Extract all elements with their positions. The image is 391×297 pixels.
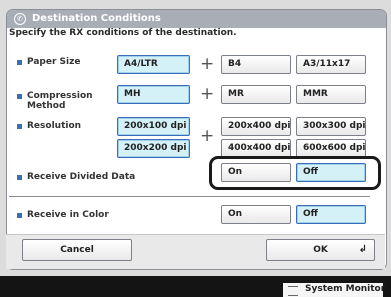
section-divider [9, 196, 370, 197]
return-icon: ↲ [358, 244, 367, 255]
dialog-title-bar: ✆ Destination Conditions [7, 10, 386, 28]
divided-data-bullet [17, 175, 22, 180]
plus-separator: + [200, 126, 215, 146]
receive-color-off-button[interactable]: Off [296, 205, 366, 224]
ok-button[interactable]: OK ↲ [266, 239, 375, 261]
plus-separator: + [200, 54, 215, 74]
plus-separator: + [200, 84, 215, 104]
resolution-200x100-button[interactable]: 200x100 dpi [117, 117, 190, 136]
dialog-title: Destination Conditions [32, 13, 161, 24]
cancel-button[interactable]: Cancel [22, 239, 132, 261]
paper-size-a4-button[interactable]: A4/LTR [117, 55, 190, 74]
resolution-label: Resolution [27, 121, 82, 131]
resolution-200x400-button[interactable]: 200x400 dpi [221, 117, 291, 136]
compression-bullet [17, 94, 22, 99]
receive-color-on-button[interactable]: On [221, 205, 291, 224]
paper-size-bullet [17, 60, 22, 65]
ok-label: OK [313, 245, 328, 255]
receive-color-label: Receive in Color [27, 210, 109, 220]
compression-label-line2: Method [27, 101, 66, 111]
resolution-bullet [17, 124, 22, 129]
instruction-text: Specify the RX conditions of the destina… [9, 28, 237, 38]
resolution-300x300-button[interactable]: 300x300 dpi [296, 117, 366, 136]
system-monitor-label: System Monitor [305, 284, 386, 294]
divided-data-label: Receive Divided Data [27, 172, 136, 182]
resolution-200x200-button[interactable]: 200x200 dpi [117, 139, 190, 158]
paper-size-b4-button[interactable]: B4 [221, 55, 291, 74]
divided-data-highlight-frame [209, 156, 381, 190]
paper-size-a3-button[interactable]: A3/11x17 [296, 55, 366, 74]
system-monitor-icon [288, 286, 298, 296]
paper-size-label: Paper Size [27, 57, 81, 67]
destination-icon: ✆ [14, 13, 26, 25]
compression-mr-button[interactable]: MR [221, 85, 291, 104]
compression-mmr-button[interactable]: MMR [296, 85, 366, 104]
system-monitor-button[interactable]: System Monitor [283, 283, 386, 297]
compression-mh-button[interactable]: MH [117, 85, 190, 104]
color-bullet [17, 213, 22, 218]
